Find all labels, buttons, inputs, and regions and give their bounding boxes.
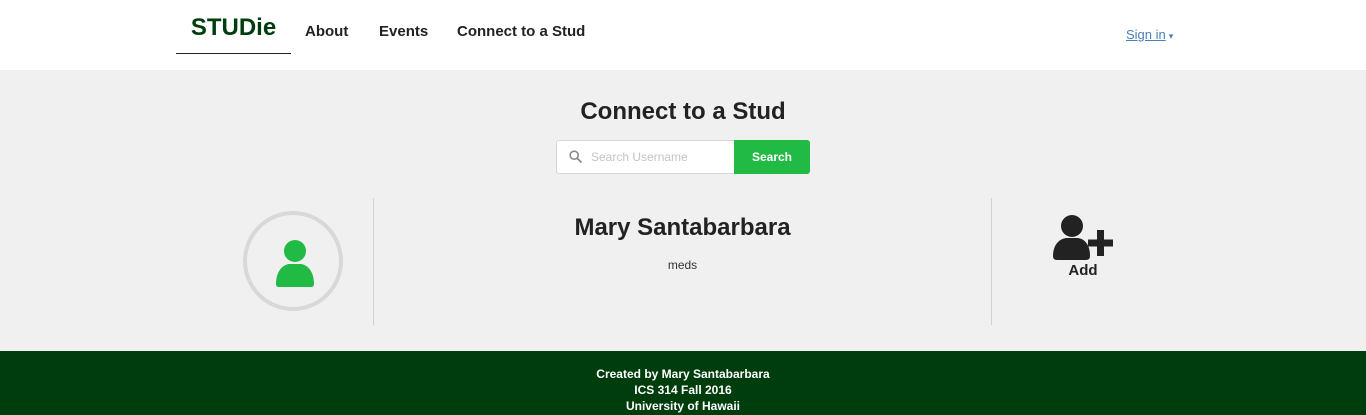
profile-name: Mary Santabarbara bbox=[574, 214, 791, 241]
user-icon bbox=[276, 240, 314, 287]
brand-logo-link[interactable]: STUDie bbox=[176, 12, 291, 54]
search-button[interactable]: Search bbox=[734, 140, 810, 174]
footer: Created by Mary Santabarbara ICS 314 Fal… bbox=[0, 351, 1366, 415]
page-title: Connect to a Stud bbox=[580, 98, 786, 125]
caret-down-icon: ▾ bbox=[1168, 31, 1174, 41]
search-input[interactable] bbox=[587, 141, 732, 173]
avatar bbox=[243, 211, 343, 311]
add-friend-button[interactable]: Add bbox=[1049, 212, 1117, 282]
signin-label: Sign in bbox=[1126, 27, 1166, 42]
search-icon bbox=[569, 150, 582, 163]
add-label: Add bbox=[1068, 262, 1098, 279]
user-plus-icon bbox=[1053, 215, 1113, 260]
search-field bbox=[556, 140, 735, 174]
footer-course: ICS 314 Fall 2016 bbox=[634, 383, 732, 397]
footer-university: University of Hawaii bbox=[625, 399, 741, 413]
card-divider-right bbox=[991, 198, 992, 325]
signin-dropdown[interactable]: Sign in ▾ bbox=[1126, 26, 1173, 45]
nav-link-about[interactable]: About bbox=[305, 22, 348, 42]
footer-credit: Created by Mary Santabarbara bbox=[596, 367, 770, 381]
nav-link-events[interactable]: Events bbox=[379, 22, 428, 42]
profile-tag: meds bbox=[667, 258, 698, 272]
top-navbar: STUDie About Events Connect to a Stud Si… bbox=[0, 0, 1366, 70]
nav-link-connect[interactable]: Connect to a Stud bbox=[457, 22, 585, 42]
